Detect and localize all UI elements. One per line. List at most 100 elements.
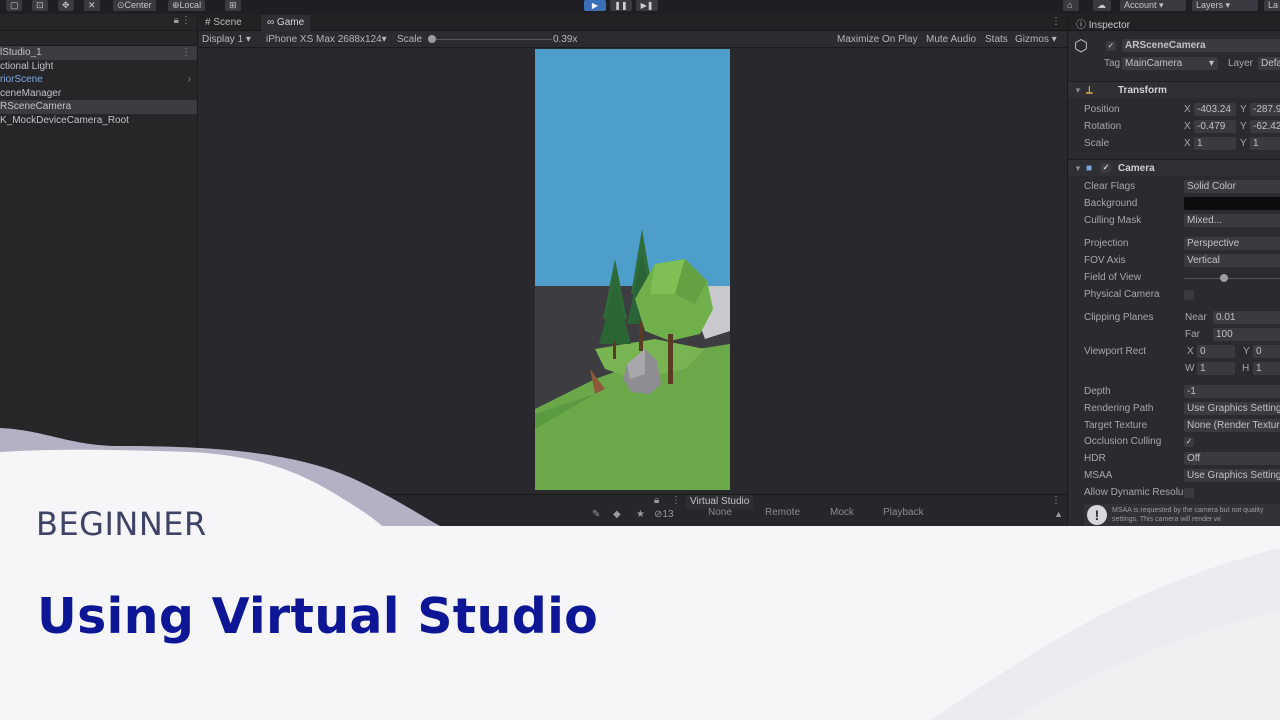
- pivot-center-button[interactable]: ⊙Center: [113, 0, 156, 11]
- hierarchy-item[interactable]: RSceneCamera: [0, 100, 197, 114]
- mute-audio-toggle[interactable]: Mute Audio: [926, 31, 976, 48]
- hierarchy-item[interactable]: ceneManager: [0, 87, 197, 101]
- viewport-xy-row: X 0 Y 0: [1068, 345, 1280, 359]
- more-options-icon[interactable]: ⋮: [181, 15, 191, 26]
- more-options-icon[interactable]: ⋮: [181, 46, 191, 60]
- mode-mock-button[interactable]: Mock: [830, 507, 854, 519]
- layout-dropdown[interactable]: La: [1264, 0, 1280, 11]
- property-checkbox[interactable]: [1184, 290, 1194, 300]
- camera-section-header[interactable]: ▼ ■ ✓ Camera: [1068, 159, 1280, 176]
- viewport-x-field[interactable]: 0: [1197, 345, 1235, 358]
- hierarchy-item[interactable]: riorScene ›: [0, 73, 197, 87]
- transform-icon: ⟂: [1086, 85, 1093, 96]
- camera-property-field[interactable]: Solid Color: [1184, 180, 1280, 193]
- camera-property-label: Field of View: [1084, 272, 1142, 283]
- difficulty-level-label: BEGINNER: [36, 505, 207, 543]
- layer-dropdown[interactable]: Defa: [1258, 57, 1280, 70]
- camera-property-label: Culling Mask: [1084, 215, 1142, 226]
- object-name-field[interactable]: ARSceneCamera: [1122, 39, 1280, 52]
- chevron-right-icon[interactable]: ›: [188, 73, 191, 87]
- cloud-icon[interactable]: ☁: [1093, 0, 1111, 11]
- pause-button[interactable]: ❚❚: [610, 0, 632, 11]
- pivot-local-button[interactable]: ⊕Local: [168, 0, 206, 11]
- tab-game[interactable]: ∞ Game: [261, 15, 311, 31]
- collab-icon[interactable]: ⌂: [1063, 0, 1079, 11]
- background-color-swatch[interactable]: [1184, 197, 1280, 210]
- hierarchy-item[interactable]: K_MockDeviceCamera_Root: [0, 114, 197, 128]
- lock-icon[interactable]: 🔒︎: [654, 495, 659, 506]
- camera-property-label: Physical Camera: [1084, 289, 1160, 300]
- scale-slider-track[interactable]: [432, 39, 552, 40]
- stats-toggle[interactable]: Stats: [985, 31, 1008, 48]
- hierarchy-search[interactable]: [0, 31, 197, 46]
- camera-property-row: Depth -1: [1068, 385, 1280, 399]
- account-dropdown[interactable]: Account ▾: [1120, 0, 1186, 11]
- clip-far-field[interactable]: 100: [1213, 328, 1280, 341]
- tab-scene[interactable]: # Scene: [199, 15, 248, 31]
- custom-tool-icon[interactable]: ✕: [84, 0, 100, 11]
- scale-x-field[interactable]: 1: [1194, 137, 1236, 150]
- favorite-icon[interactable]: ★: [636, 509, 645, 520]
- tag-dropdown[interactable]: MainCamera ▾: [1122, 57, 1218, 70]
- viewport-wh-row: W 1 H 1: [1068, 362, 1280, 376]
- step-button[interactable]: ▶❚: [636, 0, 658, 11]
- scale-y-field[interactable]: 1: [1250, 137, 1280, 150]
- grid-snap-icon[interactable]: ⊞: [225, 0, 241, 11]
- camera-property-field[interactable]: None (Render Textur: [1184, 419, 1280, 432]
- position-y-field[interactable]: -287.9: [1250, 103, 1280, 116]
- gizmos-dropdown[interactable]: Gizmos ▾: [1015, 31, 1057, 48]
- position-y-label: Y: [1240, 104, 1247, 115]
- viewport-w-field[interactable]: 1: [1197, 362, 1235, 375]
- mode-none-button[interactable]: None: [708, 507, 732, 519]
- camera-property-row: HDR Off: [1068, 452, 1280, 466]
- play-button[interactable]: ▶: [584, 0, 606, 11]
- more-options-icon[interactable]: ⋮: [1051, 16, 1061, 27]
- clip-near-field[interactable]: 0.01: [1213, 311, 1280, 324]
- more-options-icon[interactable]: ⋮: [1051, 495, 1061, 506]
- hierarchy-item[interactable]: ctional Light: [0, 60, 197, 74]
- rotation-x-field[interactable]: -0.479: [1194, 120, 1236, 133]
- position-x-field[interactable]: -403.24: [1194, 103, 1236, 116]
- fov-slider-handle[interactable]: [1220, 274, 1228, 282]
- camera-property-field[interactable]: Use Graphics Setting: [1184, 469, 1280, 482]
- scale-slider-handle[interactable]: [428, 35, 436, 43]
- hierarchy-item[interactable]: lStudio_1 ⋮: [0, 46, 197, 60]
- camera-property-field[interactable]: Mixed...: [1184, 214, 1280, 227]
- hand-tool-icon[interactable]: ▢: [6, 0, 22, 11]
- tag-icon[interactable]: ◆: [613, 509, 621, 520]
- occlusion-culling-checkbox[interactable]: ✓: [1184, 437, 1194, 447]
- camera-property-field[interactable]: Vertical: [1184, 254, 1280, 267]
- scale-label: Scale: [397, 34, 423, 45]
- viewport-y-field[interactable]: 0: [1253, 345, 1280, 358]
- camera-property-field[interactable]: Off: [1184, 452, 1280, 465]
- layers-dropdown[interactable]: Layers ▾: [1192, 0, 1258, 11]
- active-checkbox[interactable]: ✓: [1106, 41, 1116, 51]
- more-options-icon[interactable]: ⋮: [671, 495, 681, 506]
- paint-icon[interactable]: ✎: [592, 509, 600, 520]
- camera-enabled-checkbox[interactable]: ✓: [1101, 163, 1111, 173]
- camera-property-row: FOV Axis Vertical: [1068, 254, 1280, 268]
- resolution-dropdown[interactable]: iPhone XS Max 2688x124▾: [266, 31, 387, 48]
- viewport-h-field[interactable]: 1: [1253, 362, 1280, 375]
- rotation-y-field[interactable]: -62.42: [1250, 120, 1280, 133]
- lock-icon[interactable]: 🔒︎: [174, 15, 179, 26]
- hidden-count-badge: ⊘13: [654, 509, 674, 520]
- inspector-tab-bar: ⓘ Inspector: [1068, 14, 1280, 31]
- collapse-icon[interactable]: ▲: [1054, 509, 1063, 519]
- rect-tool-icon[interactable]: ⊡: [32, 0, 48, 11]
- property-checkbox[interactable]: [1184, 488, 1194, 498]
- camera-property-field[interactable]: -1: [1184, 385, 1280, 398]
- camera-property-label: Projection: [1084, 238, 1129, 249]
- camera-property-field[interactable]: Use Graphics Setting: [1184, 402, 1280, 415]
- tag-label: Tag: [1104, 58, 1121, 69]
- maximize-on-play-toggle[interactable]: Maximize On Play: [837, 31, 918, 48]
- mode-playback-button[interactable]: Playback: [883, 507, 924, 519]
- tab-inspector[interactable]: ⓘ Inspector: [1076, 16, 1130, 31]
- display-dropdown[interactable]: Display 1 ▾: [202, 31, 251, 48]
- transform-tool-icon[interactable]: ✥: [58, 0, 74, 11]
- game-viewport[interactable]: [535, 49, 730, 490]
- mode-remote-button[interactable]: Remote: [765, 507, 800, 519]
- transform-section-header[interactable]: ▼ ⟂ Transform ⋮: [1068, 81, 1280, 98]
- camera-property-field[interactable]: Perspective: [1184, 237, 1280, 250]
- fov-slider-track[interactable]: [1184, 278, 1280, 279]
